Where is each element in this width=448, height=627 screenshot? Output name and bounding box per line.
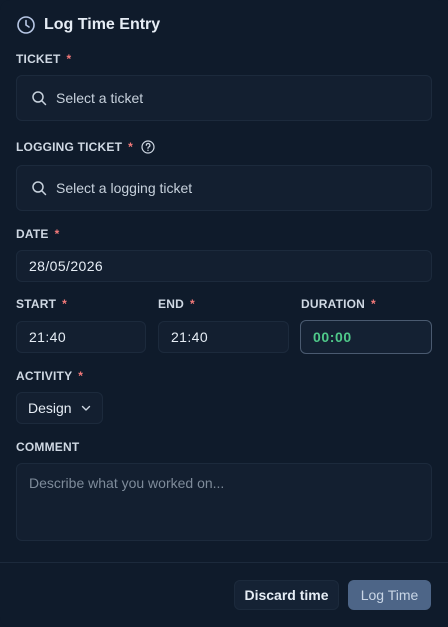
logging-ticket-label: LOGGING TICKET * (16, 140, 155, 154)
ticket-label-text: TICKET (16, 52, 61, 66)
date-label: DATE * (16, 227, 59, 241)
comment-placeholder: Describe what you worked on... (29, 475, 225, 491)
ticket-placeholder: Select a ticket (56, 90, 144, 106)
help-icon[interactable] (141, 140, 155, 154)
date-label-text: DATE (16, 227, 49, 241)
required-marker: * (62, 297, 67, 311)
start-label: START * (16, 297, 67, 311)
required-marker: * (54, 227, 60, 241)
activity-dropdown[interactable]: Design (16, 392, 103, 424)
activity-value: Design (28, 400, 72, 416)
chevron-down-icon (80, 402, 92, 414)
date-input[interactable]: 28/05/2026 (16, 250, 432, 282)
logging-ticket-label-text: LOGGING TICKET (16, 140, 123, 154)
clock-icon (16, 15, 36, 35)
activity-label: ACTIVITY * (16, 369, 83, 383)
required-marker: * (128, 140, 134, 154)
search-icon (31, 90, 47, 106)
panel-header: Log Time Entry (16, 14, 160, 36)
logging-ticket-placeholder: Select a logging ticket (56, 180, 193, 196)
date-value: 28/05/2026 (29, 258, 104, 274)
required-marker: * (78, 369, 84, 383)
comment-textarea[interactable]: Describe what you worked on... (16, 463, 432, 541)
comment-label-text: COMMENT (16, 440, 80, 454)
required-marker: * (189, 297, 195, 311)
footer-divider (0, 562, 448, 563)
start-label-text: START (16, 297, 57, 311)
end-label-text: END (158, 297, 184, 311)
comment-label: COMMENT (16, 440, 79, 454)
end-time-input[interactable]: 21:40 (158, 321, 289, 353)
required-marker: * (66, 52, 72, 66)
duration-value: 00:00 (313, 329, 352, 345)
start-time-value: 21:40 (29, 329, 67, 345)
activity-label-text: ACTIVITY (16, 369, 73, 383)
ticket-label: TICKET * (16, 52, 71, 66)
logging-ticket-select[interactable]: Select a logging ticket (16, 165, 432, 211)
search-icon (31, 180, 47, 196)
end-label: END * (158, 297, 195, 311)
log-time-button[interactable]: Log Time (348, 580, 431, 610)
duration-input[interactable]: 00:00 (300, 320, 432, 354)
page-title: Log Time Entry (44, 16, 161, 33)
log-time-panel: Log Time Entry TICKET * Select a ticket … (0, 0, 448, 627)
end-time-value: 21:40 (171, 329, 209, 345)
required-marker: * (371, 297, 376, 311)
ticket-select[interactable]: Select a ticket (16, 75, 432, 121)
start-time-input[interactable]: 21:40 (16, 321, 146, 353)
duration-label-text: DURATION (301, 297, 366, 311)
discard-time-button[interactable]: Discard time (234, 580, 339, 610)
duration-label: DURATION * (301, 297, 376, 311)
